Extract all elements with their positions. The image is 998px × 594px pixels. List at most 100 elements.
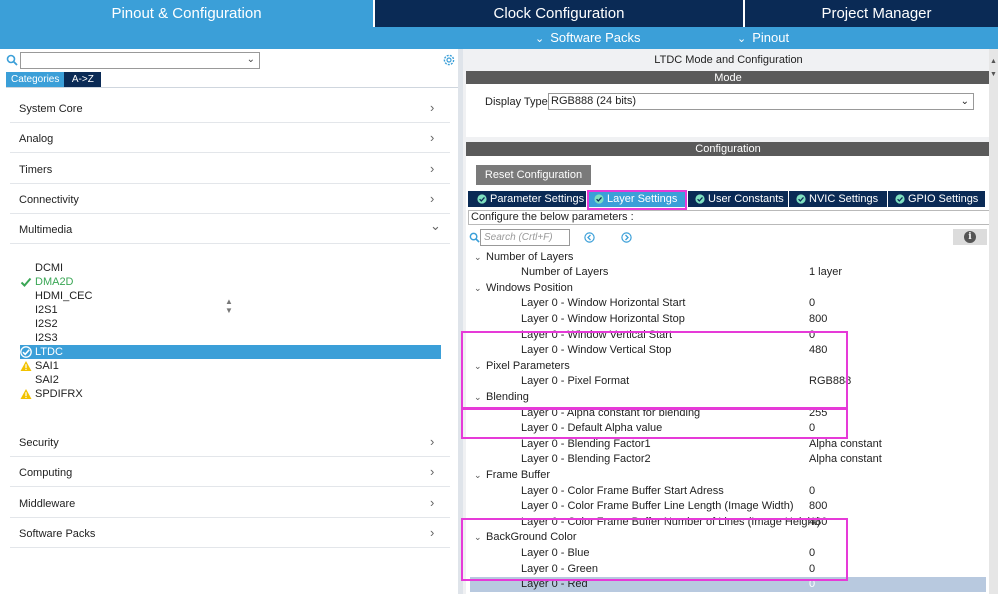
pinout-menu[interactable]: ⌄ Pinout bbox=[737, 27, 789, 49]
parameter-value[interactable]: 1 layer bbox=[809, 265, 842, 280]
divider bbox=[10, 212, 450, 214]
category-label: Security bbox=[19, 437, 59, 449]
category-multimedia[interactable]: Multimedia ⌄ bbox=[0, 216, 458, 245]
prev-icon[interactable] bbox=[584, 232, 595, 243]
info-button[interactable]: i bbox=[953, 229, 987, 245]
tab-pinout-configuration[interactable]: Pinout & Configuration bbox=[0, 0, 373, 27]
peripheral-sai1[interactable]: SAI1 bbox=[20, 359, 441, 373]
check-circle-icon bbox=[695, 194, 705, 204]
tab-a-z[interactable]: A->Z bbox=[64, 72, 102, 87]
parameter-value[interactable]: Alpha constant bbox=[809, 452, 882, 467]
chevron-right-icon[interactable]: › bbox=[430, 100, 434, 115]
group-frame-buffer[interactable]: ⌄ Frame Buffer bbox=[474, 468, 550, 483]
parameter-row[interactable]: Number of Layers 1 layer bbox=[470, 265, 986, 280]
tab-gpio-settings[interactable]: GPIO Settings bbox=[888, 191, 986, 207]
peripheral-ltdc[interactable]: LTDC bbox=[20, 345, 441, 359]
category-label: System Core bbox=[19, 103, 83, 115]
divider bbox=[10, 152, 450, 154]
chevron-down-icon[interactable]: ⌄ bbox=[430, 218, 441, 234]
parameter-row[interactable]: Layer 0 - Blending Factor2 Alpha constant bbox=[470, 452, 986, 467]
warning-icon bbox=[20, 389, 32, 399]
tab-parameter-settings[interactable]: Parameter Settings bbox=[470, 191, 587, 207]
chevron-down-icon[interactable]: ⌄ bbox=[961, 94, 969, 109]
category-connectivity[interactable]: Connectivity › bbox=[0, 186, 458, 214]
parameter-value[interactable]: 800 bbox=[809, 312, 827, 327]
category-security[interactable]: Security › bbox=[0, 429, 458, 457]
panel-title: LTDC Mode and Configuration bbox=[654, 54, 803, 66]
chevron-down-icon: ⌄ bbox=[737, 33, 747, 45]
peripheral-label: LTDC bbox=[35, 346, 63, 358]
chevron-right-icon[interactable]: › bbox=[430, 191, 434, 206]
peripheral-i2s3[interactable]: I2S3 bbox=[20, 331, 441, 345]
peripheral-sai2[interactable]: SAI2 bbox=[20, 373, 441, 387]
category-search-input[interactable]: ⌄ bbox=[20, 52, 260, 69]
peripheral-dcmi[interactable]: DCMI bbox=[20, 261, 441, 275]
parameter-row[interactable]: Layer 0 - Window Horizontal Start 0 bbox=[470, 296, 986, 311]
divider bbox=[985, 191, 986, 207]
peripheral-spdifrx[interactable]: SPDIFRX bbox=[20, 387, 441, 401]
chevron-right-icon[interactable]: › bbox=[430, 130, 434, 145]
group-label: Windows Position bbox=[486, 281, 573, 294]
vertical-scrollbar[interactable]: ▲ ▼ bbox=[989, 49, 998, 594]
display-type-label: Display Type bbox=[485, 96, 548, 108]
sub-toolbar: ⌄ Software Packs ⌄ Pinout bbox=[0, 27, 998, 49]
parameter-row[interactable]: Layer 0 - Color Frame Buffer Line Length… bbox=[470, 499, 986, 514]
scroll-up-icon[interactable]: ▲ bbox=[990, 58, 997, 65]
peripheral-label: HDMI_CEC bbox=[35, 290, 93, 302]
parameter-row[interactable]: Layer 0 - Color Frame Buffer Start Adres… bbox=[470, 484, 986, 499]
parameter-row[interactable]: Layer 0 - Window Horizontal Stop 800 bbox=[470, 312, 986, 327]
check-circle-icon bbox=[477, 194, 487, 204]
tab-clock-configuration[interactable]: Clock Configuration bbox=[375, 0, 743, 27]
parameter-name: Number of Layers bbox=[521, 266, 609, 279]
check-icon bbox=[20, 277, 32, 287]
category-software-packs[interactable]: Software Packs › bbox=[0, 520, 458, 548]
reset-configuration-button[interactable]: Reset Configuration bbox=[476, 165, 591, 185]
chevron-down-icon[interactable]: ⌄ bbox=[247, 54, 255, 65]
peripheral-i2s1[interactable]: I2S1 bbox=[20, 303, 441, 317]
parameter-search-input[interactable]: Search (Crtl+F) bbox=[480, 229, 570, 246]
group-label: Number of Layers bbox=[486, 250, 574, 263]
peripheral-label: SPDIFRX bbox=[35, 388, 83, 400]
peripheral-dma2d[interactable]: DMA2D bbox=[20, 275, 441, 289]
chevron-right-icon[interactable]: › bbox=[430, 434, 434, 449]
category-system-core[interactable]: System Core › bbox=[0, 95, 458, 123]
peripheral-hdmi-cec[interactable]: HDMI_CEC bbox=[20, 289, 441, 303]
chevron-right-icon[interactable]: › bbox=[430, 464, 434, 479]
category-label: Computing bbox=[19, 467, 73, 480]
category-timers[interactable]: Timers › bbox=[0, 156, 458, 184]
tab-project-manager[interactable]: Project Manager bbox=[745, 0, 998, 27]
tab-nvic-settings[interactable]: NVIC Settings bbox=[789, 191, 888, 207]
peripheral-label: DMA2D bbox=[35, 276, 74, 288]
category-sort-tabs: Categories A->Z bbox=[6, 72, 102, 87]
chevron-right-icon[interactable]: › bbox=[430, 161, 434, 176]
chevron-down-icon[interactable]: ⌄ bbox=[474, 281, 486, 296]
chevron-right-icon[interactable]: › bbox=[430, 495, 434, 510]
chevron-right-icon[interactable]: › bbox=[430, 525, 434, 540]
display-type-select[interactable]: RGB888 (24 bits) ⌄ bbox=[548, 93, 974, 110]
group-windows-position[interactable]: ⌄ Windows Position bbox=[474, 281, 573, 296]
parameter-value[interactable]: 0 bbox=[809, 296, 815, 311]
info-icon: i bbox=[964, 231, 976, 243]
chevron-down-icon[interactable]: ⌄ bbox=[474, 250, 486, 265]
category-computing[interactable]: Computing › bbox=[0, 459, 458, 488]
chevron-down-icon[interactable]: ⌄ bbox=[474, 468, 486, 483]
category-middleware[interactable]: Middleware › bbox=[0, 490, 458, 518]
software-packs-menu[interactable]: ⌄ Software Packs bbox=[535, 27, 641, 49]
parameter-value[interactable]: 800 bbox=[809, 499, 827, 514]
group-number-of-layers[interactable]: ⌄ Number of Layers bbox=[474, 250, 573, 265]
parameter-value[interactable]: 0 bbox=[809, 484, 815, 499]
warning-icon bbox=[20, 361, 32, 371]
divider bbox=[10, 243, 450, 245]
peripheral-label: I2S3 bbox=[35, 332, 58, 344]
gear-icon[interactable] bbox=[442, 53, 456, 67]
divider bbox=[10, 516, 450, 518]
categories-panel: ⌄ Categories A->Z System Core › Analog › Time… bbox=[0, 49, 458, 594]
scroll-down-icon[interactable]: ▼ bbox=[990, 71, 997, 78]
group-label: Frame Buffer bbox=[486, 468, 550, 481]
peripheral-i2s2[interactable]: I2S2 bbox=[20, 317, 441, 331]
tab-user-constants[interactable]: User Constants bbox=[688, 191, 789, 207]
next-icon[interactable] bbox=[621, 232, 632, 243]
tab-categories[interactable]: Categories bbox=[6, 72, 65, 87]
display-type-value: RGB888 (24 bits) bbox=[551, 95, 636, 107]
category-analog[interactable]: Analog › bbox=[0, 125, 458, 154]
